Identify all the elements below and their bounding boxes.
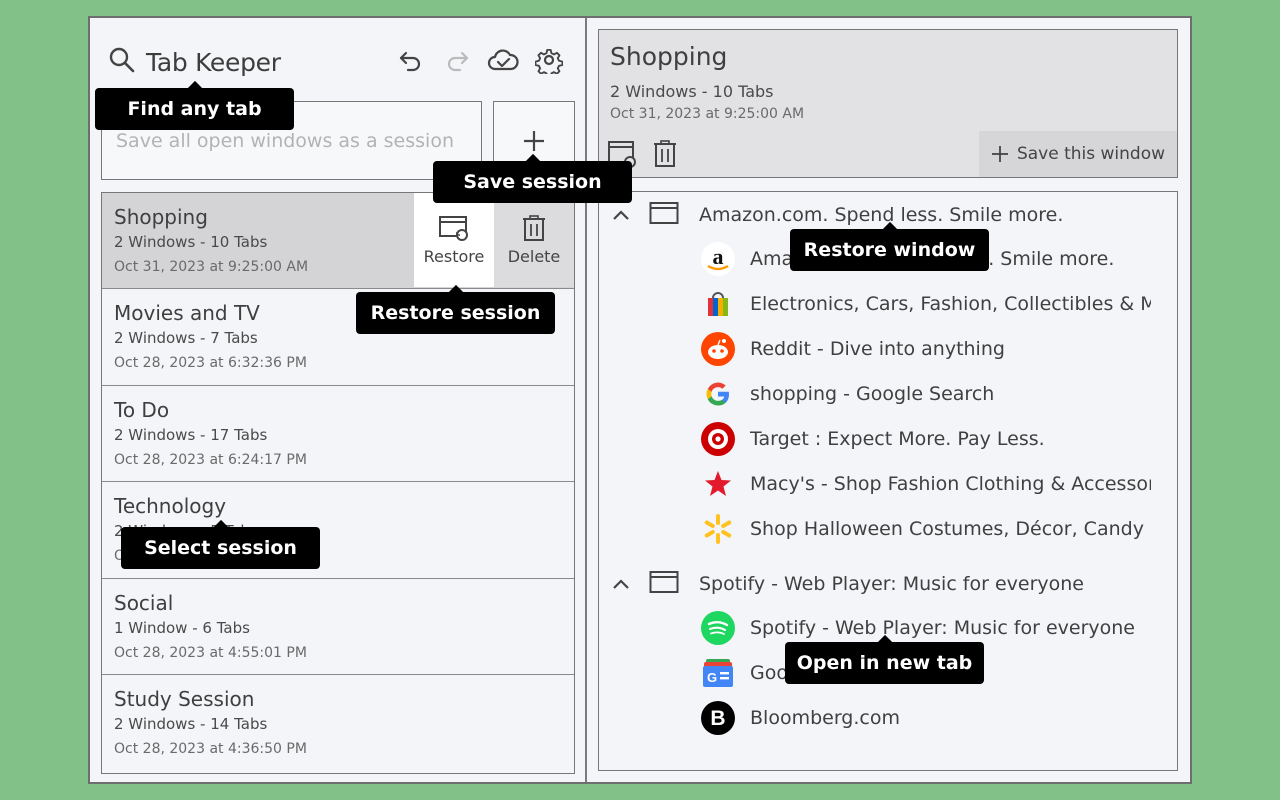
chevron-up-icon[interactable]: [609, 578, 633, 590]
session-name: To Do: [114, 397, 170, 422]
restore-session-button[interactable]: Restore: [414, 193, 494, 287]
tab-row[interactable]: Target : Expect More. Pay Less.: [701, 421, 1151, 457]
session-detail-header: Shopping 2 Windows - 10 Tabs Oct 31, 202…: [598, 29, 1178, 178]
session-meta: 2 Windows - 17 Tabs: [114, 425, 268, 444]
toolbar: [395, 44, 565, 76]
sessions-pane: Tab Keeper Shopping 2 Windows - 10 Tabs: [90, 18, 587, 782]
tooltip-restore-session: Restore session: [356, 292, 555, 334]
tab-title: shopping - Google Search: [750, 383, 995, 405]
undo-icon[interactable]: [395, 44, 427, 76]
restore-icon: [439, 215, 468, 241]
gear-icon[interactable]: [533, 44, 565, 76]
cloud-sync-icon[interactable]: [487, 44, 519, 76]
tab-row[interactable]: shopping - Google Search: [701, 376, 1151, 412]
svg-text:a: a: [713, 244, 724, 269]
tooltip-select-session: Select session: [121, 527, 320, 569]
tooltip-text: Save session: [463, 171, 602, 193]
session-date: Oct 28, 2023 at 6:32:36 PM: [114, 355, 307, 372]
window-title: Spotify - Web Player: Music for everyone: [699, 573, 1085, 595]
session-meta: 1 Window - 6 Tabs: [114, 618, 250, 637]
tooltip-restore-window: Restore window: [790, 229, 989, 271]
detail-session-name: Shopping: [610, 42, 728, 71]
session-meta: 2 Windows - 14 Tabs: [114, 714, 268, 733]
tab-title: Electronics, Cars, Fashion, Collectibles…: [750, 293, 1151, 315]
ebay-icon: [701, 287, 735, 321]
session-date: Oct 28, 2023 at 4:55:01 PM: [114, 644, 307, 661]
walmart-spark-icon: [701, 512, 735, 546]
session-name: Study Session: [114, 686, 255, 711]
session-name: Technology: [114, 494, 227, 519]
window-icon: [649, 201, 679, 229]
tab-title: Reddit - Dive into anything: [750, 338, 1005, 360]
tab-row[interactable]: Electronics, Cars, Fashion, Collectibles…: [701, 286, 1151, 322]
tooltip-open-in-new-tab: Open in new tab: [785, 642, 984, 684]
save-window-label: Save this window: [1016, 144, 1166, 164]
tooltip-text: Select session: [144, 537, 297, 559]
detail-session-meta: 2 Windows - 10 Tabs: [610, 82, 774, 101]
tooltip-find-any-tab: Find any tab: [95, 88, 294, 130]
session-date: Oct 28, 2023 at 4:36:50 PM: [114, 740, 307, 757]
tab-title: Target : Expect More. Pay Less.: [750, 428, 1045, 450]
session-actions: Restore Delete: [414, 193, 574, 287]
tab-row[interactable]: Reddit - Dive into anything: [701, 331, 1151, 367]
save-this-window-button[interactable]: Save this window: [979, 131, 1177, 177]
plus-icon: [524, 130, 544, 151]
target-icon: [701, 422, 735, 456]
svg-text:G: G: [707, 670, 717, 685]
plus-icon: [991, 146, 1008, 162]
reddit-icon: [701, 332, 735, 366]
redo-icon[interactable]: [441, 44, 473, 76]
amazon-icon: a: [701, 242, 735, 276]
tab-title: Macy's - Shop Fashion Clothing & Accesso…: [750, 473, 1151, 495]
delete-session-button[interactable]: Delete: [494, 193, 574, 287]
app-title: Tab Keeper: [146, 47, 281, 77]
tab-title: Shop Halloween Costumes, Décor, Candy & …: [750, 518, 1151, 540]
trash-icon: [523, 214, 545, 241]
tooltip-text: Open in new tab: [796, 652, 973, 674]
window-icon: [649, 570, 679, 598]
session-item[interactable]: Shopping 2 Windows - 10 Tabs Oct 31, 202…: [102, 193, 574, 290]
window-title: Amazon.com. Spend less. Smile more.: [699, 204, 1064, 226]
tab-row[interactable]: Shop Halloween Costumes, Décor, Candy & …: [701, 511, 1151, 547]
tooltip-save-session: Save session: [433, 161, 632, 203]
restore-label: Restore: [423, 246, 485, 266]
session-date: Oct 28, 2023 at 6:24:17 PM: [114, 451, 307, 468]
session-item[interactable]: To Do 2 Windows - 17 Tabs Oct 28, 2023 a…: [102, 386, 574, 483]
window-row[interactable]: Amazon.com. Spend less. Smile more.: [609, 199, 1063, 231]
session-list: Shopping 2 Windows - 10 Tabs Oct 31, 202…: [101, 192, 575, 774]
svg-text:B: B: [710, 707, 725, 730]
delete-label: Delete: [507, 246, 561, 266]
macys-star-icon: [701, 467, 735, 501]
delete-session-icon[interactable]: [653, 140, 677, 172]
spotify-icon: [701, 611, 735, 645]
tab-row[interactable]: Spotify - Web Player: Music for everyone: [701, 610, 1151, 646]
tab-keeper-app: Tab Keeper Shopping 2 Windows - 10 Tabs: [88, 16, 1192, 784]
tab-row[interactable]: B Bloomberg.com: [701, 700, 1151, 736]
session-item[interactable]: Study Session 2 Windows - 14 Tabs Oct 28…: [102, 675, 574, 771]
tooltip-text: Restore window: [803, 239, 976, 261]
tab-title: Spotify - Web Player: Music for everyone: [750, 617, 1136, 639]
session-name: Social: [114, 590, 174, 615]
tab-title: Bloomberg.com: [750, 707, 900, 729]
tooltip-text: Find any tab: [127, 98, 262, 120]
tab-row[interactable]: Macy's - Shop Fashion Clothing & Accesso…: [701, 466, 1151, 502]
chevron-up-icon[interactable]: [609, 209, 633, 221]
google-news-icon: G: [701, 656, 735, 690]
search-icon[interactable]: [108, 46, 136, 78]
detail-session-date: Oct 31, 2023 at 9:25:00 AM: [610, 106, 805, 122]
session-item[interactable]: Social 1 Window - 6 Tabs Oct 28, 2023 at…: [102, 579, 574, 675]
google-icon: [701, 377, 735, 411]
bloomberg-icon: B: [701, 701, 735, 735]
tooltip-text: Restore session: [370, 302, 541, 324]
window-row[interactable]: Spotify - Web Player: Music for everyone: [609, 568, 1084, 600]
windows-tabs-list: Amazon.com. Spend less. Smile more. a Am…: [598, 191, 1178, 771]
